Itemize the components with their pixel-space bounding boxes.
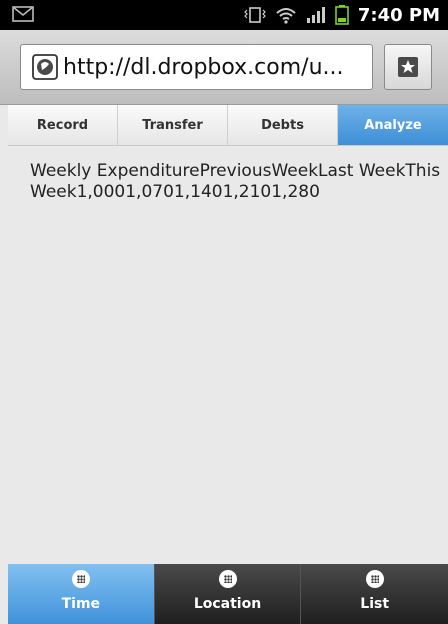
bookmark-star-icon — [398, 57, 418, 77]
tab-transfer[interactable]: Transfer — [118, 105, 228, 145]
nav-list-label: List — [360, 596, 390, 612]
vibrate-icon — [243, 7, 266, 23]
browser-url-bar: http://dl.dropbox.com/u... — [0, 30, 448, 105]
nav-time-label: Time — [61, 596, 101, 612]
mail-icon — [12, 6, 34, 22]
clock: 7:40 PM — [357, 4, 440, 26]
globe-icon — [32, 54, 58, 80]
battery-icon — [335, 5, 349, 25]
status-icons: 7:40 PM — [243, 0, 440, 30]
grid-icon — [365, 570, 384, 588]
nav-location[interactable]: Location — [154, 564, 302, 624]
tab-record[interactable]: Record — [8, 105, 118, 145]
nav-location-label: Location — [193, 596, 262, 612]
grid-icon — [71, 570, 90, 588]
top-tab-bar: Record Transfer Debts Analyze — [8, 105, 448, 146]
url-input[interactable]: http://dl.dropbox.com/u... — [20, 44, 373, 90]
analyze-content: Weekly ExpenditurePreviousWeekLast WeekT… — [8, 146, 448, 594]
wifi-icon — [276, 8, 296, 24]
grid-icon — [218, 570, 237, 588]
nav-time[interactable]: Time — [8, 564, 155, 624]
url-text: http://dl.dropbox.com/u... — [63, 54, 344, 80]
status-bar: 7:40 PM — [0, 0, 448, 30]
signal-icon — [306, 7, 325, 23]
chart-fallback-text: Weekly ExpenditurePreviousWeekLast WeekT… — [30, 161, 441, 202]
bottom-navbar: Time Location List — [8, 564, 448, 624]
tab-analyze[interactable]: Analyze — [338, 105, 448, 145]
tab-debts[interactable]: Debts — [228, 105, 338, 145]
nav-list[interactable]: List — [301, 564, 448, 624]
bookmark-button[interactable] — [384, 44, 432, 90]
